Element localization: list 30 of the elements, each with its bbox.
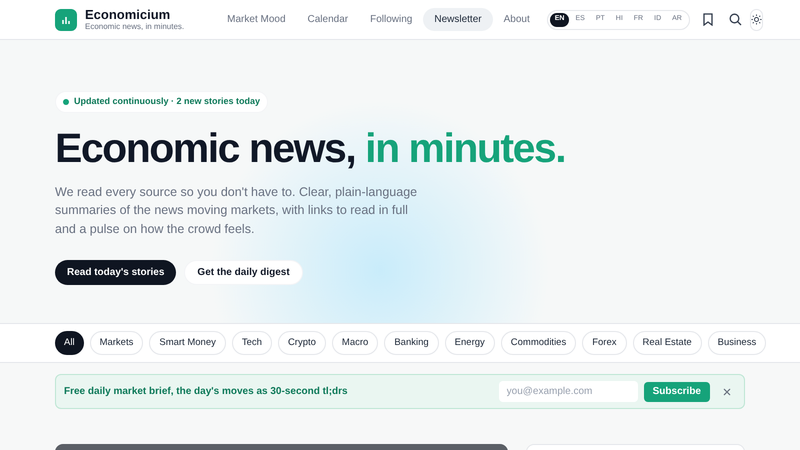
category-chip[interactable]: Banking: [384, 331, 439, 355]
category-chip[interactable]: All: [55, 331, 84, 355]
headline-accent: in minutes.: [365, 124, 566, 170]
brand-name: Economicium: [85, 8, 172, 21]
category-chip[interactable]: Business: [708, 331, 766, 355]
nav-link[interactable]: Following: [359, 8, 424, 31]
category-chip[interactable]: Crypto: [278, 331, 326, 355]
category-chip[interactable]: Smart Money: [149, 331, 226, 355]
logo-icon: [55, 8, 77, 30]
category-chip[interactable]: Markets: [90, 331, 144, 355]
category-chip[interactable]: Tech: [232, 331, 272, 355]
nav-link[interactable]: About: [492, 8, 541, 31]
brand-tagline: Economic news, in minutes.: [85, 23, 184, 31]
category-chip[interactable]: Macro: [332, 331, 378, 355]
nav-link[interactable]: Calendar: [296, 8, 360, 31]
nav-link[interactable]: Market Mood: [216, 8, 297, 31]
hero-description: We read every source so you don't have to. Clear, plain-language summaries of the news moving markets, with links to read in full and a pulse on how the crowd feels.: [55, 184, 418, 238]
daily-digest-button[interactable]: Get the daily digest: [184, 260, 303, 285]
email-field[interactable]: you@example.com: [498, 381, 638, 402]
headline: Economic news,: [55, 124, 356, 170]
category-chip[interactable]: Forex: [582, 331, 627, 355]
nav-link[interactable]: Newsletter: [423, 8, 493, 31]
status-text: Updated continuously · 2 new stories today: [74, 95, 260, 108]
category-chip[interactable]: Real Estate: [632, 331, 702, 355]
read-stories-button[interactable]: Read today's stories: [55, 260, 176, 285]
category-chip[interactable]: Commodities: [500, 331, 576, 355]
newsletter-text: Free daily market brief, the day's moves as 30-second tl;drs: [64, 385, 348, 399]
theme-toggle-icon[interactable]: [750, 8, 763, 30]
close-icon[interactable]: [722, 386, 732, 396]
category-chip[interactable]: Energy: [444, 331, 495, 355]
